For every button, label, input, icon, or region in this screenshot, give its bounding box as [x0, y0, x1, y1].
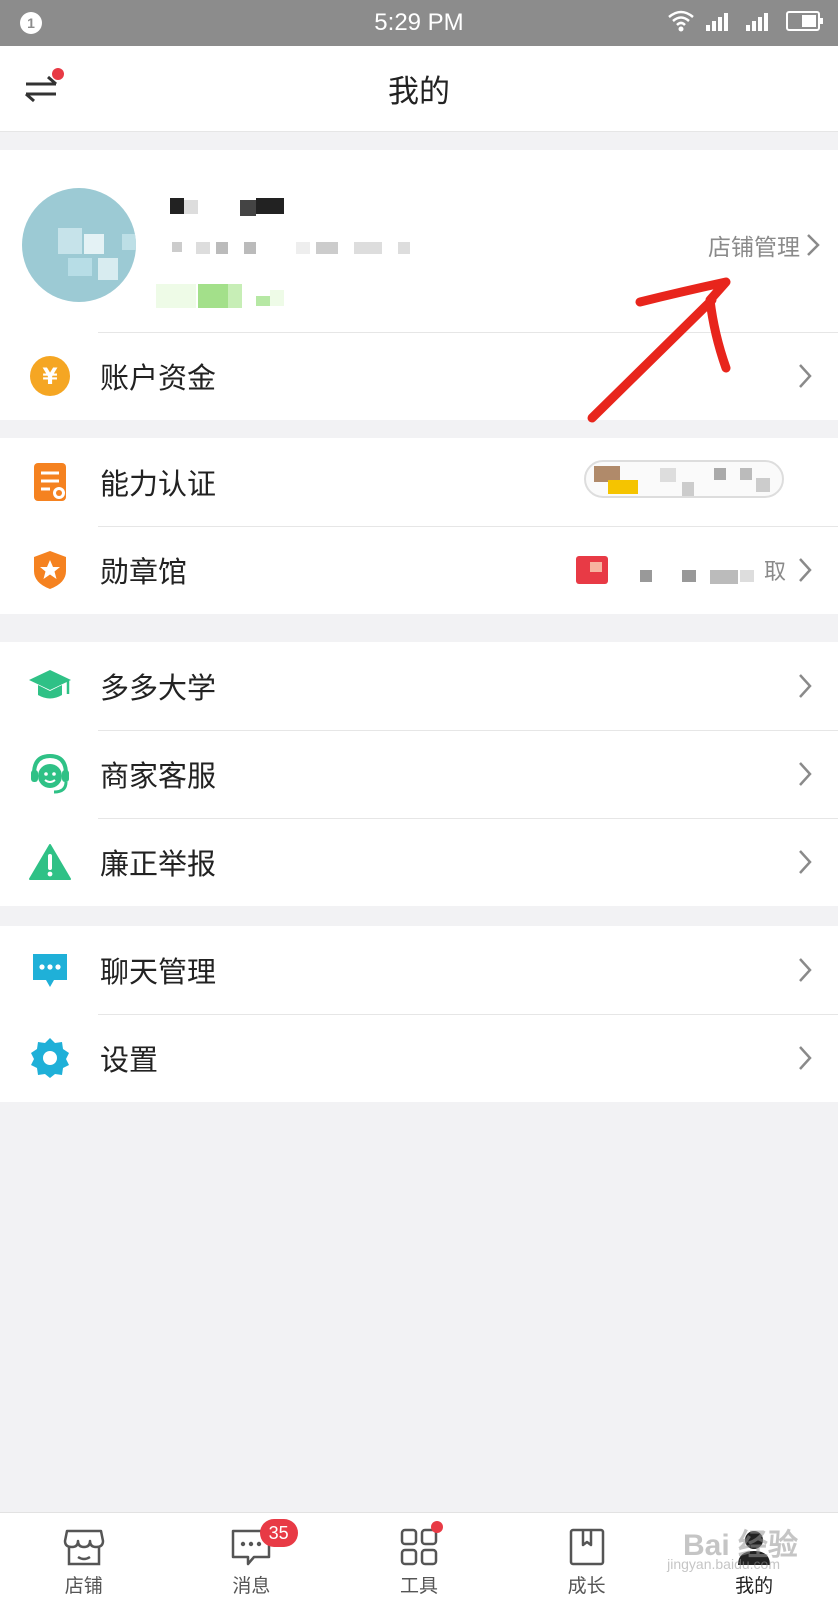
bottom-nav: 店铺 消息 35 工具 成长 我的 [0, 1512, 838, 1600]
battery-icon [786, 11, 823, 31]
notification-dot [52, 68, 64, 80]
signal-icon [706, 13, 728, 31]
svg-text:¥: ¥ [42, 365, 58, 390]
section-services: 多多大学 商家客服 廉正举报 [0, 642, 838, 906]
wifi-icon [668, 10, 694, 32]
message-count-badge: 35 [259, 1519, 298, 1547]
row-customer-service[interactable]: 商家客服 [0, 730, 838, 818]
nav-messages[interactable]: 消息 35 [168, 1513, 336, 1600]
badge-star-icon [28, 548, 72, 592]
headset-icon [28, 752, 72, 796]
nav-label: 我的 [735, 1575, 774, 1597]
medal-extra-text: 取 [763, 560, 786, 585]
gear-icon [28, 1036, 72, 1080]
row-university[interactable]: 多多大学 [0, 642, 838, 730]
row-certification[interactable]: 能力认证 [0, 438, 838, 526]
status-indicators [668, 10, 823, 32]
chevron-right-icon [807, 234, 820, 256]
page-title: 我的 [388, 74, 450, 110]
nav-label: 工具 [399, 1575, 438, 1597]
row-label: 设置 [100, 1043, 159, 1077]
row-label: 勋章馆 [100, 555, 188, 589]
row-integrity-report[interactable]: 廉正举报 [0, 818, 838, 906]
chevron-right-icon [799, 1046, 812, 1070]
chevron-right-icon [799, 762, 812, 786]
section-funds: ¥ 账户资金 [0, 332, 838, 420]
chevron-right-icon [799, 558, 812, 582]
status-bar: 1 5:29 PM [0, 0, 838, 46]
row-label: 廉正举报 [100, 847, 217, 881]
section-settings: 聊天管理 设置 [0, 926, 838, 1102]
page-header: 我的 [0, 46, 838, 132]
nav-label: 店铺 [64, 1575, 103, 1597]
row-settings[interactable]: 设置 [0, 1014, 838, 1102]
tools-notification-dot [431, 1521, 444, 1533]
divider [98, 332, 838, 333]
row-chat-management[interactable]: 聊天管理 [0, 926, 838, 1014]
store-manage-label: 店铺管理 [708, 235, 800, 261]
chevron-right-icon [799, 958, 812, 982]
store-manage-link[interactable]: 店铺管理 [708, 228, 820, 262]
nav-growth[interactable]: 成长 [503, 1513, 671, 1600]
yuan-icon: ¥ [28, 354, 72, 398]
certificate-icon [28, 460, 72, 504]
person-icon [738, 1531, 771, 1565]
chevron-right-icon [799, 364, 812, 388]
nav-mine[interactable]: 我的 [670, 1513, 838, 1600]
row-label: 聊天管理 [100, 955, 217, 989]
warning-icon [28, 840, 72, 884]
chevron-right-icon [799, 674, 812, 698]
nav-label: 成长 [567, 1575, 606, 1597]
graduation-cap-icon [28, 664, 72, 708]
notification-count-icon: 1 [20, 12, 42, 34]
signal-2-icon [746, 13, 768, 31]
row-label: 多多大学 [100, 671, 217, 705]
profile-card[interactable]: 店铺管理 [0, 150, 838, 332]
avatar[interactable] [22, 188, 136, 302]
status-time: 5:29 PM [374, 9, 464, 36]
chat-bubble-icon [28, 948, 72, 992]
nav-tools[interactable]: 工具 [335, 1513, 503, 1600]
nav-label: 消息 [232, 1575, 271, 1597]
row-label: 商家客服 [100, 759, 217, 793]
store-icon [63, 1529, 105, 1566]
switch-account-icon[interactable] [22, 68, 64, 108]
nav-store[interactable]: 店铺 [0, 1513, 168, 1600]
row-account-funds[interactable]: ¥ 账户资金 [0, 332, 838, 420]
chevron-right-icon [799, 850, 812, 874]
row-label: 能力认证 [100, 467, 217, 501]
row-label: 账户资金 [100, 361, 217, 395]
bookmark-icon [569, 1528, 604, 1566]
section-certification: 能力认证 勋章馆 取 [0, 438, 838, 614]
row-medals[interactable]: 勋章馆 取 [0, 526, 838, 614]
grid-icon [400, 1528, 438, 1566]
